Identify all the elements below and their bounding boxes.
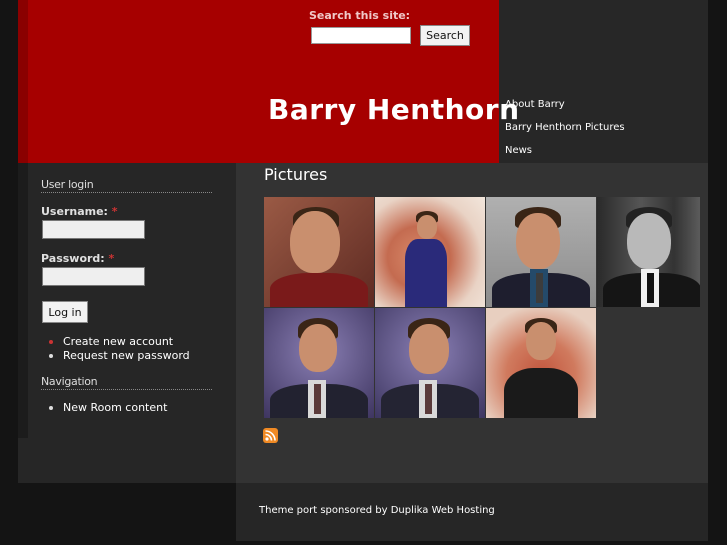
gallery-photo[interactable] <box>264 197 374 307</box>
list-bullet <box>49 340 53 344</box>
required-mark: * <box>108 252 115 265</box>
gallery-photo[interactable] <box>486 197 596 307</box>
login-button[interactable]: Log in <box>42 301 88 323</box>
sidebar-edge <box>18 163 28 438</box>
gallery-photo[interactable] <box>375 197 485 307</box>
password-label: Password: * <box>41 252 114 265</box>
primary-link-pictures[interactable]: Barry Henthorn Pictures <box>505 122 625 133</box>
primary-link-about-barry[interactable]: About Barry <box>505 99 565 110</box>
search-input[interactable] <box>311 27 411 44</box>
password-field[interactable] <box>42 267 145 286</box>
request-password-link[interactable]: Request new password <box>63 349 190 362</box>
list-bullet <box>49 354 53 358</box>
gallery-photo[interactable] <box>375 308 485 418</box>
primary-link-news[interactable]: News <box>505 145 532 156</box>
username-label: Username: * <box>41 205 118 218</box>
search-label: Search this site: <box>309 9 411 22</box>
primary-links-panel <box>499 0 708 163</box>
gutter <box>228 438 236 483</box>
list-bullet <box>49 406 53 410</box>
gallery-photo[interactable] <box>264 308 374 418</box>
footer-text: Theme port sponsored by Duplika Web Host… <box>259 505 495 516</box>
create-account-link[interactable]: Create new account <box>63 335 173 348</box>
username-label-text: Username: <box>41 205 108 218</box>
username-field[interactable] <box>42 220 145 239</box>
page-title: Pictures <box>264 165 328 184</box>
gallery-photo[interactable] <box>597 197 700 307</box>
gallery-photo[interactable] <box>486 308 596 418</box>
header-edge <box>18 0 28 163</box>
navigation-title: Navigation <box>41 375 212 390</box>
search-button[interactable]: Search <box>420 25 470 46</box>
required-mark: * <box>111 205 118 218</box>
rss-feed-icon[interactable] <box>263 428 278 443</box>
site-name[interactable]: Barry Henthorn <box>268 93 520 126</box>
user-login-title: User login <box>41 178 212 193</box>
nav-link-new-room-content[interactable]: New Room content <box>63 401 167 414</box>
password-label-text: Password: <box>41 252 105 265</box>
